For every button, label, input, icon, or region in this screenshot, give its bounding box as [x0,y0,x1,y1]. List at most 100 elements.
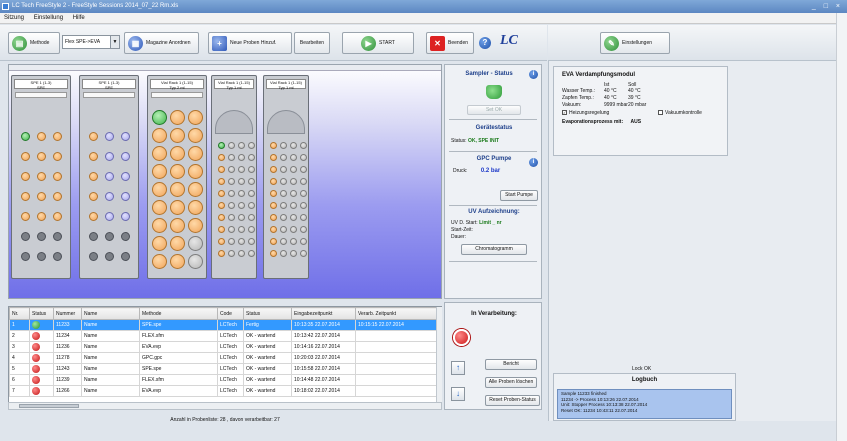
vial-empty[interactable] [248,250,255,257]
vial-empty[interactable] [290,190,297,197]
move-up-button[interactable]: ↑ [451,361,465,375]
vial[interactable] [105,152,114,161]
vial[interactable] [37,132,46,141]
vial[interactable] [89,212,98,221]
vial-empty[interactable] [53,252,62,261]
col-status[interactable]: Status [29,307,54,320]
vial-empty[interactable] [248,238,255,245]
vial[interactable] [152,236,167,251]
vial-empty[interactable] [228,202,235,209]
vial[interactable] [170,218,185,233]
edit-button[interactable]: Bearbeiten [294,32,330,54]
vial[interactable] [21,152,30,161]
col-nr[interactable]: Nr. [9,307,30,320]
vial[interactable] [188,164,203,179]
vial[interactable] [170,236,185,251]
vial[interactable] [270,226,277,233]
vial[interactable] [121,172,130,181]
vial[interactable] [105,132,114,141]
table-row[interactable]: 5 11243 Name SPE.spe LCTech OK - wartend 10:15… [9,363,438,375]
vial[interactable] [37,152,46,161]
chromatogram-button[interactable]: Chromatogramm [461,244,527,255]
vial[interactable] [53,152,62,161]
vial-empty[interactable] [121,252,130,261]
vial-empty[interactable] [290,154,297,161]
vial-empty[interactable] [238,190,245,197]
vial[interactable] [152,164,167,179]
vial-empty[interactable] [280,214,287,221]
vial[interactable] [170,164,185,179]
set-ok-button[interactable]: Set OK [467,105,521,115]
vial[interactable] [270,190,277,197]
vial[interactable] [270,238,277,245]
table-row[interactable]: 6 11239 Name FLEX.sfm LCTech OK - wartend 10:1… [9,374,438,386]
vial-empty[interactable] [228,226,235,233]
vial[interactable] [270,214,277,221]
vial-empty[interactable] [290,202,297,209]
vial-empty[interactable] [280,178,287,185]
vial[interactable] [218,238,225,245]
table-vertical-scrollbar[interactable] [436,307,442,402]
vial-active[interactable] [152,110,167,125]
vial-empty[interactable] [238,214,245,221]
vial-empty[interactable] [300,238,307,245]
vial[interactable] [105,172,114,181]
vial-empty[interactable] [89,232,98,241]
vial[interactable] [218,166,225,173]
vial[interactable] [218,226,225,233]
vial[interactable] [188,182,203,197]
vial[interactable] [188,110,203,125]
quit-button[interactable]: ✕ Beenden [426,32,474,54]
col-process-time[interactable]: Verarb. Zeitpunkt [355,307,438,320]
vial-empty[interactable] [290,238,297,245]
vial-empty[interactable] [290,250,297,257]
vial[interactable] [21,192,30,201]
vial[interactable] [21,212,30,221]
menu-einstellung[interactable]: Einstellung [30,13,67,24]
vial-empty[interactable] [248,166,255,173]
vial-empty[interactable] [21,252,30,261]
vial[interactable] [218,202,225,209]
vial[interactable] [37,212,46,221]
vial[interactable] [270,142,277,149]
table-row[interactable]: 1 11233 Name SPE.spe LCTech Fertig 10:13:35 22… [9,319,438,331]
vial[interactable] [53,172,62,181]
vial[interactable] [152,254,167,269]
vial[interactable] [89,132,98,141]
col-entry-time[interactable]: Eingabezeitpunkt [291,307,356,320]
vial[interactable] [218,190,225,197]
vial[interactable] [37,192,46,201]
vacuum-control-checkbox[interactable] [658,110,663,116]
move-down-button[interactable]: ↓ [451,387,465,401]
vial[interactable] [170,254,185,269]
rack-spe-2[interactable]: SPE 1 (1-3) SPE [79,75,139,279]
vial-empty[interactable] [105,252,114,261]
vial-empty[interactable] [188,236,203,251]
vial-empty[interactable] [300,190,307,197]
vial-empty[interactable] [238,166,245,173]
vial-empty[interactable] [37,252,46,261]
table-row[interactable]: 4 11278 Name GPC.gpc LCTech OK - wartend 10:20… [9,352,438,364]
vial[interactable] [188,200,203,215]
vial-empty[interactable] [280,190,287,197]
vial-empty[interactable] [238,178,245,185]
col-state[interactable]: Status [243,307,292,320]
vial[interactable] [152,218,167,233]
vial-empty[interactable] [21,232,30,241]
vial[interactable] [218,154,225,161]
vial[interactable] [121,152,130,161]
scrollbar-thumb[interactable] [19,404,79,408]
rack-spe-1[interactable]: SPE 1 (1-3) SPE [11,75,71,279]
vial-empty[interactable] [105,232,114,241]
vial[interactable] [270,166,277,173]
vial-empty[interactable] [300,142,307,149]
vial[interactable] [89,192,98,201]
vial-empty[interactable] [37,232,46,241]
vial-empty[interactable] [280,250,287,257]
table-row[interactable]: 7 11266 Name EVA.evp LCTech OK - wartend 10:18… [9,385,438,397]
vial[interactable] [89,172,98,181]
vial-empty[interactable] [280,142,287,149]
vial-empty[interactable] [300,226,307,233]
vial[interactable] [121,212,130,221]
vial-empty[interactable] [238,238,245,245]
